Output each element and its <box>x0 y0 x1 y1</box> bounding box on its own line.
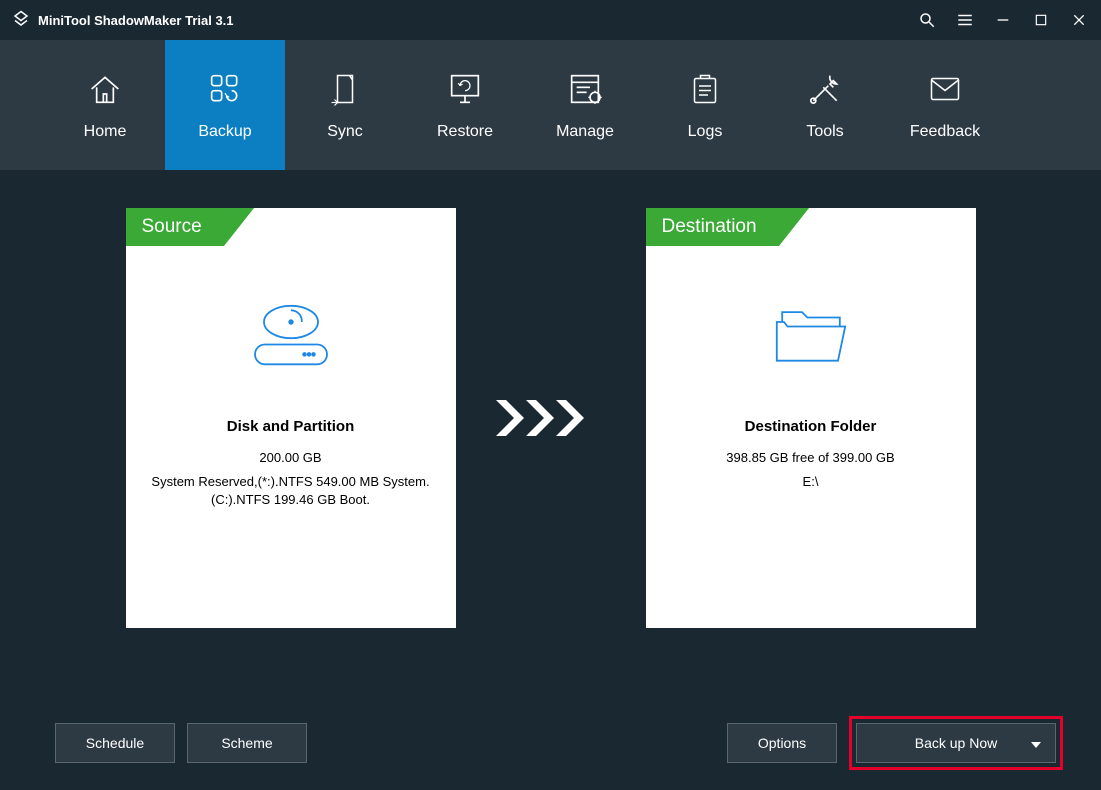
destination-tab-label: Destination <box>662 216 757 238</box>
maximize-icon[interactable] <box>1031 10 1051 30</box>
options-button[interactable]: Options <box>727 723 837 763</box>
nav-sync[interactable]: Sync <box>285 40 405 170</box>
backup-now-label: Back up Now <box>915 735 997 751</box>
nav-tools[interactable]: Tools <box>765 40 885 170</box>
nav-label: Logs <box>688 123 723 141</box>
destination-tab: Destination <box>646 208 779 246</box>
nav-restore[interactable]: Restore <box>405 40 525 170</box>
source-title: Disk and Partition <box>227 418 355 435</box>
minimize-icon[interactable] <box>993 10 1013 30</box>
restore-icon <box>444 69 486 109</box>
feedback-icon <box>925 69 965 109</box>
nav-manage[interactable]: Manage <box>525 40 645 170</box>
schedule-label: Schedule <box>86 735 144 751</box>
nav-label: Sync <box>327 123 363 141</box>
folder-icon <box>766 298 856 378</box>
destination-path: E:\ <box>793 473 829 491</box>
backup-icon <box>205 69 245 109</box>
main-content: Source Disk and Partition 200.00 GB Syst… <box>0 170 1101 648</box>
source-size: 200.00 GB <box>249 449 331 467</box>
nav-logs[interactable]: Logs <box>645 40 765 170</box>
search-icon[interactable] <box>917 10 937 30</box>
nav-label: Backup <box>198 123 251 141</box>
titlebar: MiniTool ShadowMaker Trial 3.1 <box>0 0 1101 40</box>
scheme-label: Scheme <box>221 735 272 751</box>
nav-label: Feedback <box>910 123 980 141</box>
source-tab-label: Source <box>142 216 202 238</box>
titlebar-controls <box>917 10 1089 30</box>
disk-icon <box>246 298 336 378</box>
logs-icon <box>687 69 723 109</box>
nav-label: Manage <box>556 123 614 141</box>
nav-label: Tools <box>806 123 843 141</box>
options-label: Options <box>758 735 806 751</box>
nav-label: Restore <box>437 123 493 141</box>
app-title-group: MiniTool ShadowMaker Trial 3.1 <box>12 10 234 31</box>
destination-body: Destination Folder 398.85 GB free of 399… <box>646 208 976 497</box>
menu-icon[interactable] <box>955 10 975 30</box>
source-tab: Source <box>126 208 224 246</box>
app-title: MiniTool ShadowMaker Trial 3.1 <box>38 13 234 28</box>
dropdown-caret-icon <box>1031 735 1041 751</box>
home-icon <box>85 69 125 109</box>
destination-free: 398.85 GB free of 399.00 GB <box>716 449 904 467</box>
sync-icon <box>327 69 363 109</box>
manage-icon <box>565 69 605 109</box>
source-details: System Reserved,(*:).NTFS 549.00 MB Syst… <box>126 473 456 509</box>
scheme-button[interactable]: Scheme <box>187 723 307 763</box>
schedule-button[interactable]: Schedule <box>55 723 175 763</box>
tools-icon <box>805 69 845 109</box>
arrow-icon <box>496 400 606 436</box>
source-card[interactable]: Source Disk and Partition 200.00 GB Syst… <box>126 208 456 628</box>
nav-label: Home <box>84 123 127 141</box>
backup-now-button[interactable]: Back up Now <box>856 723 1056 763</box>
nav-backup[interactable]: Backup <box>165 40 285 170</box>
main-nav: Home Backup Sync Restore Manage Logs T <box>0 40 1101 170</box>
nav-home[interactable]: Home <box>45 40 165 170</box>
highlight-annotation: Back up Now <box>849 716 1063 770</box>
destination-card[interactable]: Destination Destination Folder 398.85 GB… <box>646 208 976 628</box>
close-icon[interactable] <box>1069 10 1089 30</box>
bottom-toolbar: Schedule Scheme Options Back up Now <box>55 716 1063 770</box>
destination-title: Destination Folder <box>745 418 877 435</box>
bottom-right-group: Options Back up Now <box>727 716 1063 770</box>
app-logo-icon <box>12 10 30 31</box>
nav-feedback[interactable]: Feedback <box>885 40 1005 170</box>
source-body: Disk and Partition 200.00 GB System Rese… <box>126 208 456 516</box>
bottom-left-group: Schedule Scheme <box>55 723 307 763</box>
